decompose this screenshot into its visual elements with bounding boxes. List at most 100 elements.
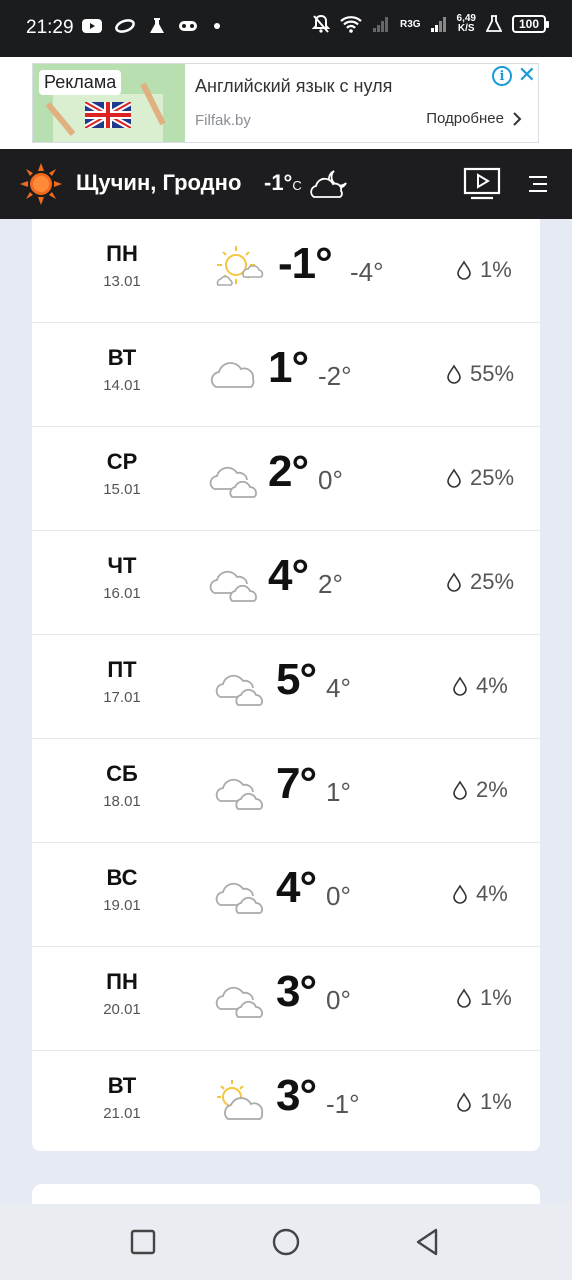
precipitation-value: 1% (480, 257, 512, 282)
clouds-icon (209, 466, 257, 498)
forecast-precipitation: 55% (446, 361, 514, 387)
forecast-min-temp: 0° (326, 985, 351, 1015)
app-header: Щучин, Гродно -1°C (0, 149, 572, 219)
forecast-date: 13.01 (103, 273, 141, 290)
forecast-min-temp: -4° (350, 257, 384, 287)
net-speed: 6,49 K/S (457, 14, 476, 34)
forecast-date: 18.01 (103, 793, 141, 810)
youtube-icon (82, 19, 102, 33)
forecast-min-temp: -1° (326, 1089, 360, 1119)
notification-icons (82, 17, 224, 35)
raindrop-icon (453, 676, 467, 696)
recent-apps-icon[interactable] (127, 1226, 159, 1258)
clouds-icon (215, 986, 263, 1018)
forecast-max-temp: 4° (276, 863, 317, 912)
bell-off-icon (311, 14, 330, 33)
precipitation-value: 2% (476, 777, 508, 802)
ad-image[interactable]: Реклама (33, 64, 185, 142)
clouds-icon (209, 570, 257, 602)
signal-icon (430, 17, 446, 32)
raindrop-icon (453, 884, 467, 904)
wifi-icon (340, 16, 362, 33)
lab-icon (486, 15, 502, 32)
ad-info-icon[interactable]: i (492, 66, 512, 86)
raindrop-icon (447, 364, 461, 384)
forecast-max-temp: 2° (268, 447, 309, 496)
sun-logo-icon[interactable] (20, 163, 62, 205)
precipitation-value: 4% (476, 881, 508, 906)
precipitation-value: 1% (480, 1089, 512, 1114)
ring-app-icon (115, 19, 135, 33)
uk-flag-icon (85, 102, 131, 128)
forecast-row[interactable]: ВС 19.01 4° 0° 4% (32, 843, 540, 947)
system-icons: R3G 6,49 K/S 100 (311, 14, 549, 34)
forecast-day: ВТ (107, 1073, 137, 1098)
forecast-row[interactable]: ВТ 21.01 3° -1° 1% (32, 1051, 540, 1155)
precipitation-value: 1% (480, 985, 512, 1010)
forecast-row[interactable]: СБ 18.01 7° 1° 2% (32, 739, 540, 843)
ad-more-label: Подробнее (426, 110, 504, 127)
ad-more-button[interactable]: Подробнее (426, 110, 522, 127)
partly-cloudy-icon (217, 1080, 264, 1120)
raindrop-icon (457, 260, 471, 280)
forecast-date: 16.01 (103, 585, 141, 602)
status-time: 21:29 (26, 17, 74, 38)
forecast-row[interactable]: ЧТ 16.01 4° 2° 25% (32, 531, 540, 635)
dot-icon (214, 23, 220, 29)
signal-weak-icon (372, 17, 388, 32)
ad-domain: Filfak.by (195, 112, 251, 129)
forecast-precipitation: 25% (446, 569, 514, 595)
raindrop-icon (447, 468, 461, 488)
forecast-max-temp: 3° (276, 1071, 317, 1120)
cloud-icon (210, 362, 255, 388)
forecast-precipitation: 4% (452, 673, 508, 699)
forecast-date: 17.01 (103, 689, 141, 706)
raindrop-icon (457, 1092, 471, 1112)
video-icon[interactable] (463, 167, 501, 201)
forecast-row[interactable]: ПТ 17.01 5° 4° 4% (32, 635, 540, 739)
net-speed-unit: K/S (457, 23, 475, 34)
back-icon[interactable] (412, 1226, 444, 1258)
current-temp-unit: C (292, 178, 302, 193)
raindrop-icon (453, 780, 467, 800)
city-title[interactable]: Щучин, Гродно (76, 170, 241, 196)
clouds-icon (215, 778, 263, 810)
raindrop-icon (447, 572, 461, 592)
forecast-precipitation: 1% (456, 1089, 512, 1115)
forecast-precipitation: 1% (456, 257, 512, 283)
ad-close-icon[interactable]: ✕ (518, 64, 536, 86)
ad-area: Реклама Английский язык с нуля Filfak.by… (0, 57, 572, 149)
current-temperature: -1°C (264, 170, 302, 196)
forecast-min-temp: 1° (326, 777, 351, 807)
forecast-day: ПТ (107, 657, 137, 682)
forecast-max-temp: 4° (268, 551, 309, 600)
ad-banner[interactable]: Реклама Английский язык с нуля Filfak.by… (32, 63, 539, 143)
forecast-min-temp: -2° (318, 361, 352, 391)
forecast-min-temp: 2° (318, 569, 343, 599)
network-type: R3G (399, 18, 421, 30)
forecast-precipitation: 2% (452, 777, 508, 803)
precipitation-value: 25% (470, 569, 515, 594)
forecast-row[interactable]: ВТ 14.01 1° -2° 55% (32, 323, 540, 427)
forecast-day: СБ (106, 761, 138, 786)
cloudy-night-icon (310, 170, 347, 198)
forecast-precipitation: 4% (452, 881, 508, 907)
forecast-max-temp: 1° (268, 343, 309, 392)
forecast-row[interactable]: СР 15.01 2° 0° 25% (32, 427, 540, 531)
forecast-row[interactable]: ПН 20.01 3° 0° 1% (32, 947, 540, 1051)
forecast-min-temp: 4° (326, 673, 351, 703)
menu-icon[interactable] (527, 175, 549, 193)
precipitation-value: 4% (476, 673, 508, 698)
forecast-day: СР (106, 449, 138, 474)
ad-title[interactable]: Английский язык с нуля (195, 76, 392, 97)
status-bar: 21:29 R3G 6,49 K/S 100 (0, 0, 572, 57)
precipitation-value: 25% (470, 465, 515, 490)
forecast-date: 19.01 (103, 897, 141, 914)
forecast-max-temp: -1° (278, 239, 333, 288)
forecast-precipitation: 25% (446, 465, 514, 491)
home-icon[interactable] (270, 1226, 302, 1258)
forecast-day: ПН (106, 241, 138, 266)
forecast-date: 14.01 (103, 377, 141, 394)
forecast-row[interactable]: ПН 13.01 -1° -4° 1% (32, 219, 540, 323)
forecast-day: ЧТ (107, 553, 137, 578)
